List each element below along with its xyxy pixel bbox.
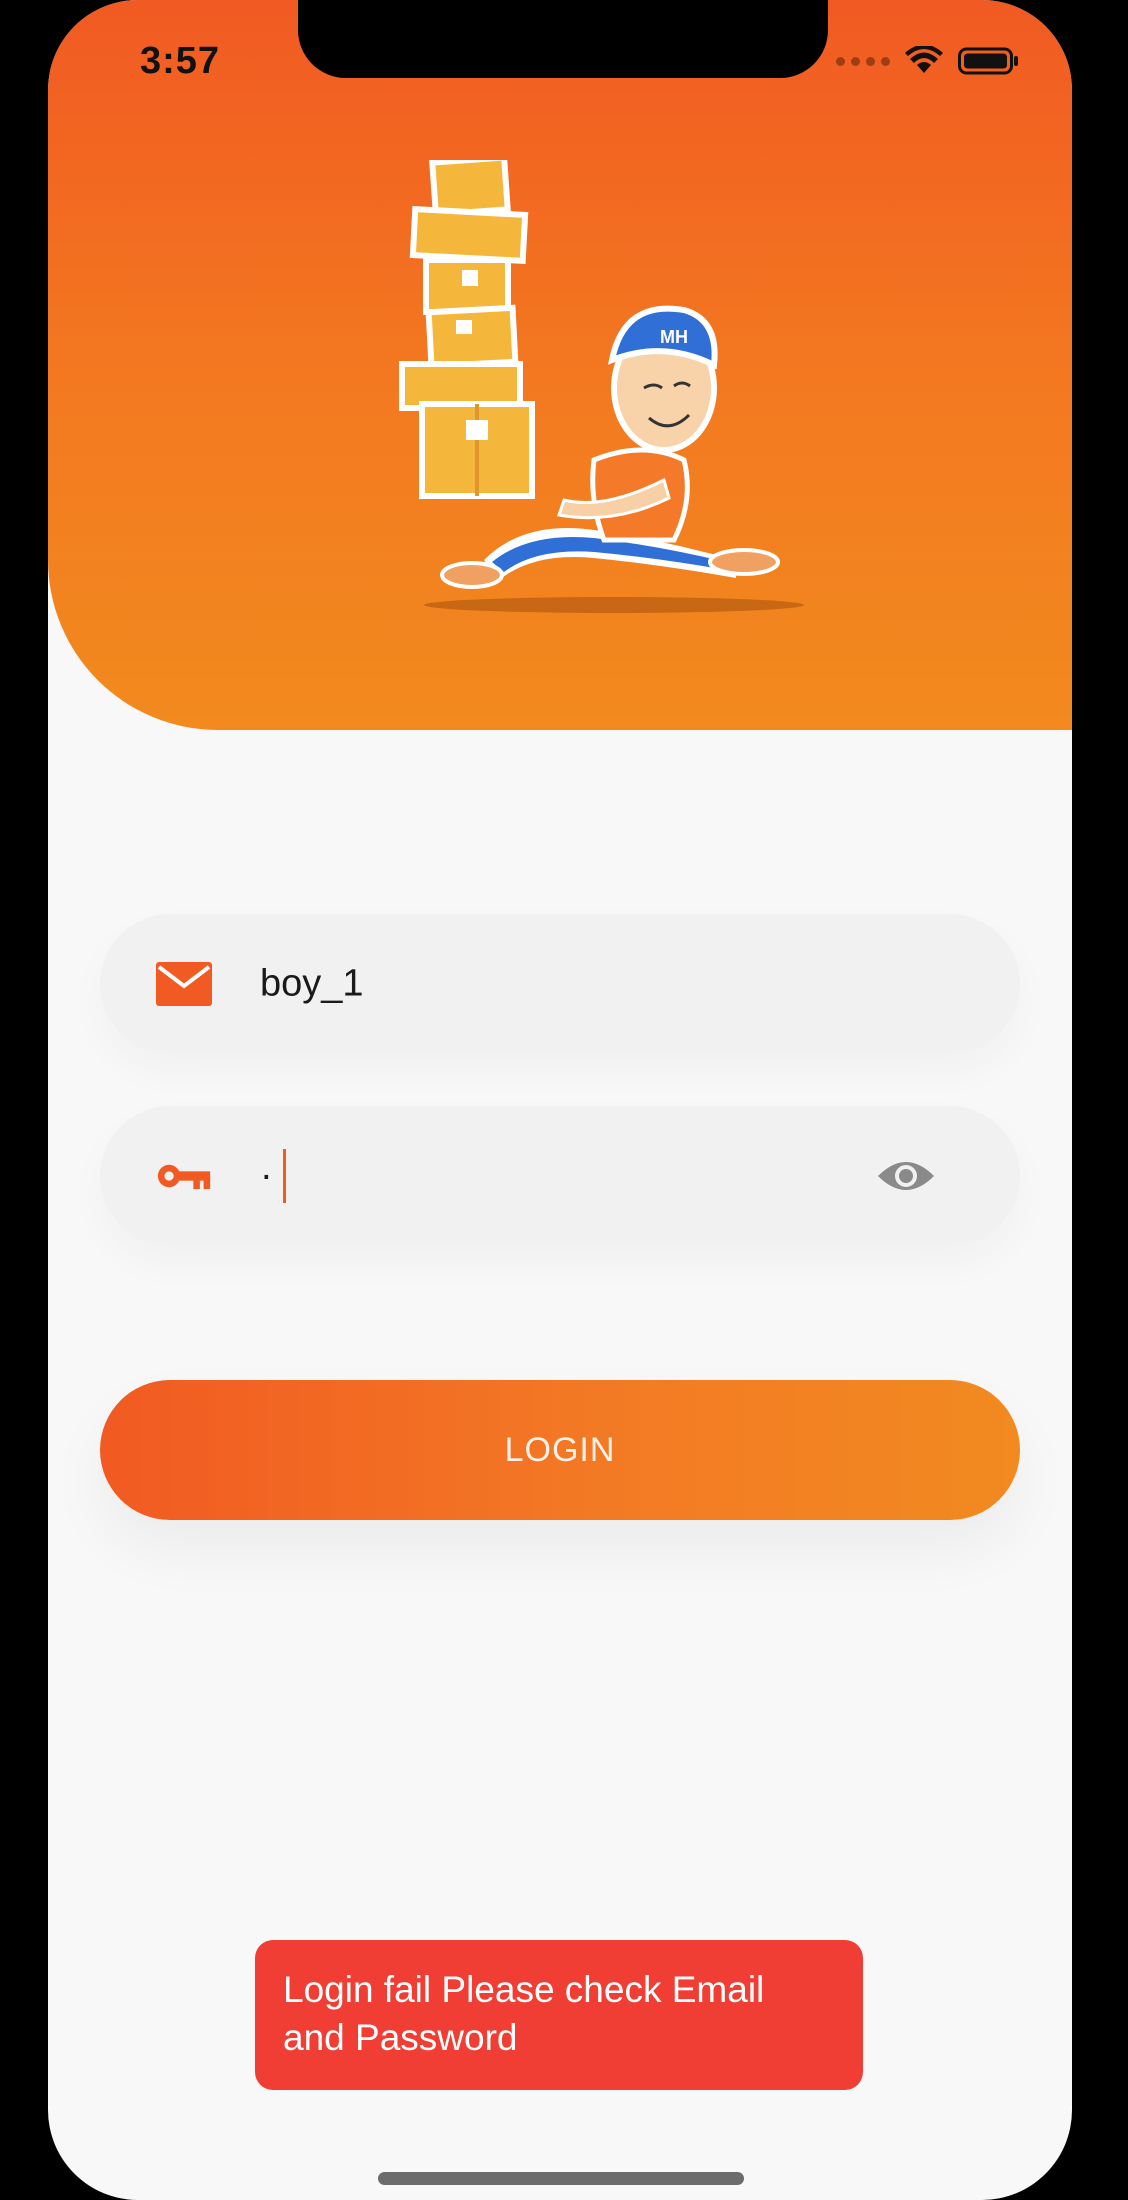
- mail-icon: [156, 956, 212, 1012]
- text-caret: [282, 1149, 286, 1203]
- wifi-icon: [905, 46, 943, 73]
- error-toast: Login fail Please check Email and Passwo…: [255, 1940, 863, 2090]
- device-notch: [298, 0, 828, 78]
- cap-logo-text: MH: [660, 327, 688, 347]
- delivery-man-illustration: MH: [399, 160, 804, 613]
- email-field[interactable]: boy_1: [100, 914, 1020, 1054]
- login-button[interactable]: LOGIN: [100, 1380, 1020, 1520]
- home-indicator[interactable]: [378, 2172, 744, 2185]
- password-field[interactable]: ·: [100, 1106, 1020, 1246]
- email-input-value: boy_1: [260, 962, 364, 1005]
- status-icons: [836, 46, 1020, 76]
- cellular-signal-icon: [836, 56, 890, 66]
- eye-icon[interactable]: [874, 1144, 938, 1208]
- password-masked-text: ·: [260, 1154, 273, 1197]
- key-icon: [156, 1148, 212, 1204]
- battery-icon: [958, 47, 1018, 75]
- status-time: 3:57: [140, 40, 221, 82]
- phone-screen: 3:57 MH boy_1 · LOGIN Login fail Please …: [48, 0, 1072, 2200]
- password-input-value: ·: [260, 1149, 286, 1203]
